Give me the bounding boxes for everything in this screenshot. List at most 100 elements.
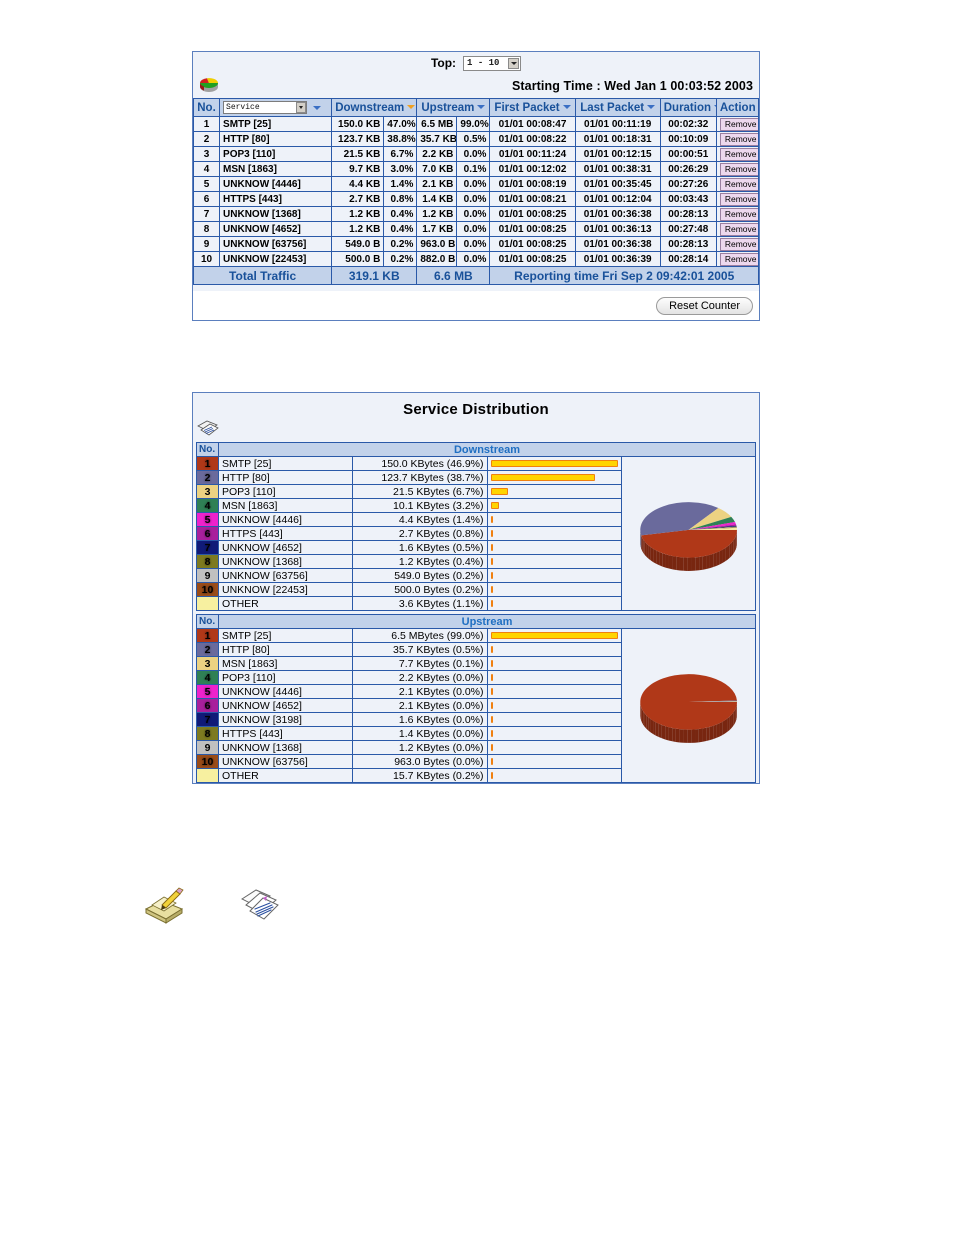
row-last-packet: 01/01 00:38:31 bbox=[574, 161, 661, 177]
remove-button[interactable]: Remove bbox=[719, 147, 758, 161]
row-first-packet: 01/01 00:08:25 bbox=[489, 251, 576, 267]
service-name: UNKNOW [3198] bbox=[217, 712, 354, 727]
legend-color-swatch: 8 bbox=[196, 726, 219, 741]
sort-arrow-upstream-icon[interactable] bbox=[477, 105, 486, 110]
page-root: Top: 1 - 10 Starting Time : Wed Jan 1 00… bbox=[0, 0, 954, 1235]
value-bar-cell bbox=[486, 684, 622, 699]
column-header-first-packet[interactable]: First Packet bbox=[489, 98, 576, 117]
legend-color-swatch: 7 bbox=[196, 712, 219, 727]
sort-arrow-first-packet-icon[interactable] bbox=[562, 105, 571, 110]
row-first-packet: 01/01 00:11:24 bbox=[489, 146, 576, 162]
service-value: 2.2 KBytes (0.0%) bbox=[352, 670, 488, 685]
pie-slice-side bbox=[664, 725, 669, 740]
pie-slice-side bbox=[640, 704, 641, 720]
column-header-no[interactable]: No. bbox=[192, 98, 221, 117]
value-bar-cell bbox=[486, 484, 622, 499]
column-header-service[interactable]: Service bbox=[219, 98, 333, 117]
value-bar bbox=[490, 758, 493, 765]
total-traffic-label: Total Traffic bbox=[192, 266, 333, 285]
row-downstream-pct: 0.8% bbox=[383, 191, 418, 207]
row-last-packet: 01/01 00:35:45 bbox=[574, 176, 661, 192]
row-first-packet: 01/01 00:08:22 bbox=[489, 131, 576, 147]
pie-chart bbox=[640, 673, 737, 743]
row-upstream: 1.4 KB bbox=[416, 191, 458, 207]
starting-time-label: Starting Time : Wed Jan 1 00:03:52 2003 bbox=[511, 79, 753, 93]
service-value: 2.7 KBytes (0.8%) bbox=[352, 526, 488, 541]
row-last-packet: 01/01 00:12:15 bbox=[574, 146, 661, 162]
legend-color-swatch bbox=[196, 768, 219, 783]
value-bar bbox=[490, 744, 493, 751]
remove-button[interactable]: Remove bbox=[719, 207, 758, 221]
pie-slice-side bbox=[641, 536, 644, 553]
pie-slice-side bbox=[712, 724, 717, 739]
remove-button[interactable]: Remove bbox=[719, 192, 758, 206]
value-bar bbox=[490, 632, 618, 639]
remove-button[interactable]: Remove bbox=[719, 132, 758, 146]
table-row: 1 SMTP [25] 150.0 KB 47.0% 6.5 MB 99.0% 01/01 … bbox=[192, 116, 760, 132]
pie-slice-side bbox=[652, 720, 656, 736]
legend-color-swatch: 9 bbox=[196, 568, 219, 583]
remove-button[interactable]: Remove bbox=[719, 162, 758, 176]
row-duration: 00:27:26 bbox=[659, 176, 717, 192]
service-filter-select[interactable]: Service bbox=[223, 101, 308, 114]
sort-arrow-downstream-icon[interactable] bbox=[407, 105, 416, 110]
sort-arrow-service-icon[interactable] bbox=[313, 105, 322, 110]
pie-slice-side bbox=[719, 549, 723, 565]
panel-header-row: Starting Time : Wed Jan 1 00:03:52 2003 bbox=[193, 74, 759, 98]
value-bar bbox=[490, 474, 595, 481]
remove-button[interactable]: Remove bbox=[719, 252, 758, 266]
service-name: UNKNOW [4446] bbox=[217, 684, 354, 699]
row-downstream: 549.0 B bbox=[331, 236, 385, 252]
row-no: 3 bbox=[192, 146, 221, 162]
reset-counter-button[interactable]: Reset Counter bbox=[656, 296, 753, 315]
row-downstream-pct: 0.4% bbox=[383, 206, 418, 222]
row-duration: 00:28:13 bbox=[659, 236, 717, 252]
pie-slice-side bbox=[643, 539, 645, 555]
column-header-action: Action bbox=[715, 98, 760, 117]
remove-button[interactable]: Remove bbox=[719, 237, 758, 251]
pie-slice-side bbox=[661, 552, 666, 568]
value-bar bbox=[490, 572, 493, 579]
pie-slice-side bbox=[650, 718, 653, 734]
row-service: MSN [1863] bbox=[219, 161, 333, 177]
service-value: 963.0 Bytes (0.0%) bbox=[352, 754, 488, 769]
pie-slice-side bbox=[722, 547, 725, 563]
service-value: 150.0 KBytes (46.9%) bbox=[352, 456, 488, 471]
row-action-cell: Remove bbox=[715, 191, 760, 207]
remove-button[interactable]: Remove bbox=[719, 117, 758, 131]
column-header-upstream[interactable]: Upstream bbox=[416, 98, 491, 117]
service-filter-value: Service bbox=[226, 103, 260, 112]
legend-color-swatch: 1 bbox=[196, 628, 219, 643]
column-header-last-packet-label: Last Packet bbox=[580, 101, 645, 114]
sort-arrow-last-packet-icon[interactable] bbox=[647, 105, 656, 110]
row-upstream-pct: 0.0% bbox=[456, 206, 491, 222]
pie-slice-side bbox=[709, 725, 713, 740]
column-header-duration[interactable]: Duration bbox=[659, 98, 717, 117]
legend-color-swatch bbox=[196, 596, 219, 611]
service-name: OTHER bbox=[217, 768, 354, 783]
value-bar bbox=[490, 558, 493, 565]
pie-slice-side bbox=[727, 716, 730, 732]
chevron-down-icon[interactable] bbox=[508, 57, 520, 69]
service-distribution-panel: Service Distribution No. Downstream 1 SM… bbox=[192, 392, 760, 784]
pie-slice-side bbox=[679, 556, 684, 571]
service-name: UNKNOW [4446] bbox=[217, 512, 354, 527]
remove-button[interactable]: Remove bbox=[719, 177, 758, 191]
note-pencil-icon bbox=[144, 887, 184, 924]
value-bar bbox=[490, 772, 493, 779]
column-header-last-packet[interactable]: Last Packet bbox=[574, 98, 661, 117]
pie-slice-side bbox=[687, 557, 692, 571]
table-row: 10 UNKNOW [22453] 500.0 B 0.2% 882.0 B 0.0% 01… bbox=[192, 251, 760, 267]
downstream-distribution-body: 1 SMTP [25] 150.0 KBytes (46.9%) 2 HTTP [80]… bbox=[196, 456, 757, 611]
pie-slice-side bbox=[683, 728, 688, 743]
pie-slice-side bbox=[644, 541, 647, 557]
value-bar-cell bbox=[486, 670, 622, 685]
remove-button[interactable]: Remove bbox=[719, 222, 758, 236]
pie-slice-side bbox=[675, 728, 680, 742]
documents-stack-icon bbox=[240, 889, 279, 920]
service-name: UNKNOW [63756] bbox=[217, 568, 354, 583]
top-range-select[interactable]: 1 - 10 bbox=[463, 55, 522, 71]
column-header-downstream[interactable]: Downstream bbox=[331, 98, 418, 117]
chevron-down-icon[interactable] bbox=[296, 102, 307, 113]
pie-cube-icon bbox=[200, 77, 218, 92]
